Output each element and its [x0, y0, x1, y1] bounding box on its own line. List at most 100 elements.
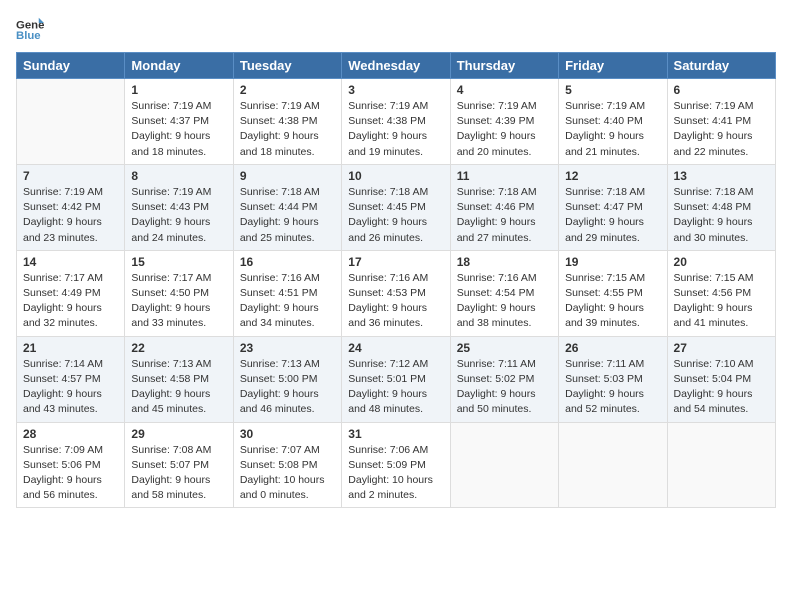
day-info: Sunrise: 7:16 AMSunset: 4:51 PMDaylight:… [240, 271, 335, 332]
calendar-cell: 17 Sunrise: 7:16 AMSunset: 4:53 PMDayligh… [342, 250, 450, 336]
day-info: Sunrise: 7:13 AMSunset: 5:00 PMDaylight:… [240, 357, 335, 418]
calendar-header-row: SundayMondayTuesdayWednesdayThursdayFrid… [17, 53, 776, 79]
weekday-header: Friday [559, 53, 667, 79]
day-number: 20 [674, 255, 769, 269]
day-number: 5 [565, 83, 660, 97]
day-number: 30 [240, 427, 335, 441]
calendar-cell: 16 Sunrise: 7:16 AMSunset: 4:51 PMDayligh… [233, 250, 341, 336]
calendar-cell: 30 Sunrise: 7:07 AMSunset: 5:08 PMDayligh… [233, 422, 341, 508]
day-number: 17 [348, 255, 443, 269]
day-number: 15 [131, 255, 226, 269]
day-number: 31 [348, 427, 443, 441]
day-info: Sunrise: 7:11 AMSunset: 5:02 PMDaylight:… [457, 357, 552, 418]
day-number: 25 [457, 341, 552, 355]
calendar-cell: 2Sunrise: 7:19 AMSunset: 4:38 PMDaylight… [233, 79, 341, 165]
day-info: Sunrise: 7:11 AMSunset: 5:03 PMDaylight:… [565, 357, 660, 418]
calendar-cell: 14 Sunrise: 7:17 AMSunset: 4:49 PMDayligh… [17, 250, 125, 336]
calendar-cell: 29Sunrise: 7:08 AMSunset: 5:07 PMDayligh… [125, 422, 233, 508]
day-info: Sunrise: 7:14 AMSunset: 4:57 PMDaylight:… [23, 357, 118, 418]
day-number: 12 [565, 169, 660, 183]
day-info: Sunrise: 7:07 AMSunset: 5:08 PMDaylight:… [240, 443, 335, 504]
calendar-week-row: 21Sunrise: 7:14 AMSunset: 4:57 PMDayligh… [17, 336, 776, 422]
day-number: 10 [348, 169, 443, 183]
calendar-cell: 10 Sunrise: 7:18 AMSunset: 4:45 PMDayligh… [342, 164, 450, 250]
calendar-table: SundayMondayTuesdayWednesdayThursdayFrid… [16, 52, 776, 508]
day-number: 24 [348, 341, 443, 355]
day-info: Sunrise: 7:18 AMSunset: 4:46 PMDaylight:… [457, 185, 552, 246]
calendar-cell [450, 422, 558, 508]
day-number: 8 [131, 169, 226, 183]
day-info: Sunrise: 7:19 AMSunset: 4:37 PMDaylight:… [131, 99, 226, 160]
day-number: 26 [565, 341, 660, 355]
calendar-cell: 27 Sunrise: 7:10 AMSunset: 5:04 PMDayligh… [667, 336, 775, 422]
day-info: Sunrise: 7:06 AMSunset: 5:09 PMDaylight:… [348, 443, 443, 504]
day-number: 7 [23, 169, 118, 183]
day-number: 23 [240, 341, 335, 355]
calendar-cell: 11 Sunrise: 7:18 AMSunset: 4:46 PMDayligh… [450, 164, 558, 250]
day-info: Sunrise: 7:19 AMSunset: 4:41 PMDaylight:… [674, 99, 769, 160]
weekday-header: Wednesday [342, 53, 450, 79]
day-info: Sunrise: 7:18 AMSunset: 4:45 PMDaylight:… [348, 185, 443, 246]
calendar-cell: 22 Sunrise: 7:13 AMSunset: 4:58 PMDayligh… [125, 336, 233, 422]
calendar-cell: 23 Sunrise: 7:13 AMSunset: 5:00 PMDayligh… [233, 336, 341, 422]
day-info: Sunrise: 7:15 AMSunset: 4:55 PMDaylight:… [565, 271, 660, 332]
day-number: 16 [240, 255, 335, 269]
day-info: Sunrise: 7:19 AMSunset: 4:42 PMDaylight:… [23, 185, 118, 246]
day-info: Sunrise: 7:18 AMSunset: 4:48 PMDaylight:… [674, 185, 769, 246]
day-info: Sunrise: 7:19 AMSunset: 4:38 PMDaylight:… [240, 99, 335, 160]
day-number: 29 [131, 427, 226, 441]
calendar-cell: 1Sunrise: 7:19 AMSunset: 4:37 PMDaylight… [125, 79, 233, 165]
day-number: 13 [674, 169, 769, 183]
calendar-cell: 13 Sunrise: 7:18 AMSunset: 4:48 PMDayligh… [667, 164, 775, 250]
calendar-cell: 9 Sunrise: 7:18 AMSunset: 4:44 PMDaylight… [233, 164, 341, 250]
day-info: Sunrise: 7:10 AMSunset: 5:04 PMDaylight:… [674, 357, 769, 418]
calendar-week-row: 28 Sunrise: 7:09 AMSunset: 5:06 PMDayligh… [17, 422, 776, 508]
calendar-cell: 20 Sunrise: 7:15 AMSunset: 4:56 PMDayligh… [667, 250, 775, 336]
weekday-header: Monday [125, 53, 233, 79]
calendar-cell: 19Sunrise: 7:15 AMSunset: 4:55 PMDayligh… [559, 250, 667, 336]
day-number: 9 [240, 169, 335, 183]
weekday-header: Saturday [667, 53, 775, 79]
day-info: Sunrise: 7:09 AMSunset: 5:06 PMDaylight:… [23, 443, 118, 504]
day-info: Sunrise: 7:16 AMSunset: 4:53 PMDaylight:… [348, 271, 443, 332]
calendar-cell: 8Sunrise: 7:19 AMSunset: 4:43 PMDaylight… [125, 164, 233, 250]
calendar-cell: 26 Sunrise: 7:11 AMSunset: 5:03 PMDayligh… [559, 336, 667, 422]
logo-icon: General Blue [16, 16, 44, 44]
day-number: 22 [131, 341, 226, 355]
day-info: Sunrise: 7:12 AMSunset: 5:01 PMDaylight:… [348, 357, 443, 418]
calendar-cell: 6 Sunrise: 7:19 AMSunset: 4:41 PMDaylight… [667, 79, 775, 165]
calendar-cell: 15 Sunrise: 7:17 AMSunset: 4:50 PMDayligh… [125, 250, 233, 336]
calendar-cell: 4 Sunrise: 7:19 AMSunset: 4:39 PMDaylight… [450, 79, 558, 165]
day-number: 27 [674, 341, 769, 355]
day-number: 6 [674, 83, 769, 97]
calendar-cell: 12 Sunrise: 7:18 AMSunset: 4:47 PMDayligh… [559, 164, 667, 250]
calendar-week-row: 7 Sunrise: 7:19 AMSunset: 4:42 PMDaylight… [17, 164, 776, 250]
calendar-cell: 7 Sunrise: 7:19 AMSunset: 4:42 PMDaylight… [17, 164, 125, 250]
day-number: 14 [23, 255, 118, 269]
day-number: 4 [457, 83, 552, 97]
day-number: 28 [23, 427, 118, 441]
day-info: Sunrise: 7:15 AMSunset: 4:56 PMDaylight:… [674, 271, 769, 332]
day-info: Sunrise: 7:18 AMSunset: 4:47 PMDaylight:… [565, 185, 660, 246]
calendar-cell: 31 Sunrise: 7:06 AMSunset: 5:09 PMDayligh… [342, 422, 450, 508]
calendar-cell: 3 Sunrise: 7:19 AMSunset: 4:38 PMDaylight… [342, 79, 450, 165]
day-info: Sunrise: 7:18 AMSunset: 4:44 PMDaylight:… [240, 185, 335, 246]
day-info: Sunrise: 7:19 AMSunset: 4:40 PMDaylight:… [565, 99, 660, 160]
day-info: Sunrise: 7:19 AMSunset: 4:39 PMDaylight:… [457, 99, 552, 160]
calendar-cell [559, 422, 667, 508]
calendar-week-row: 14 Sunrise: 7:17 AMSunset: 4:49 PMDayligh… [17, 250, 776, 336]
page-header: General Blue [16, 16, 776, 44]
calendar-cell [667, 422, 775, 508]
calendar-cell: 25 Sunrise: 7:11 AMSunset: 5:02 PMDayligh… [450, 336, 558, 422]
calendar-cell: 5 Sunrise: 7:19 AMSunset: 4:40 PMDaylight… [559, 79, 667, 165]
day-info: Sunrise: 7:13 AMSunset: 4:58 PMDaylight:… [131, 357, 226, 418]
day-info: Sunrise: 7:16 AMSunset: 4:54 PMDaylight:… [457, 271, 552, 332]
weekday-header: Sunday [17, 53, 125, 79]
day-number: 11 [457, 169, 552, 183]
day-info: Sunrise: 7:17 AMSunset: 4:50 PMDaylight:… [131, 271, 226, 332]
calendar-cell: 28 Sunrise: 7:09 AMSunset: 5:06 PMDayligh… [17, 422, 125, 508]
calendar-cell: 24 Sunrise: 7:12 AMSunset: 5:01 PMDayligh… [342, 336, 450, 422]
day-info: Sunrise: 7:17 AMSunset: 4:49 PMDaylight:… [23, 271, 118, 332]
day-number: 3 [348, 83, 443, 97]
day-info: Sunrise: 7:19 AMSunset: 4:38 PMDaylight:… [348, 99, 443, 160]
